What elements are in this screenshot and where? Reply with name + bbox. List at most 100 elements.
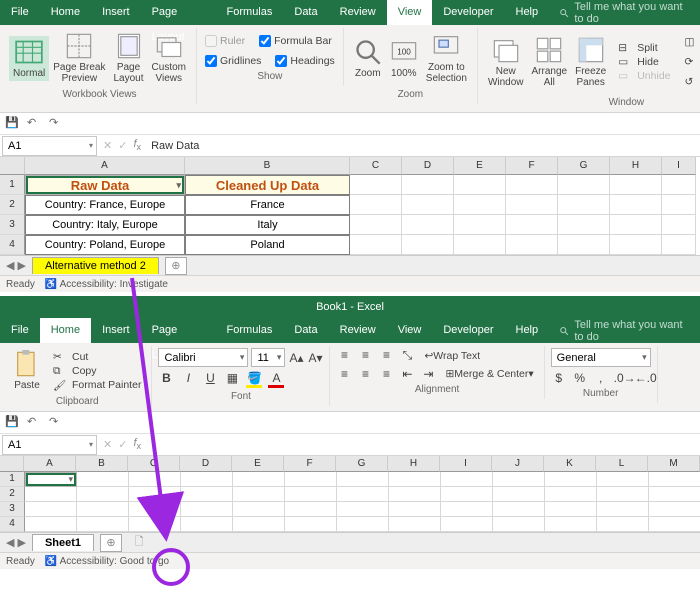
empty-cell[interactable] (233, 472, 285, 487)
empty-cell[interactable] (285, 502, 337, 517)
font-family-select[interactable]: Calibri (158, 348, 248, 367)
sheet-nav-next-icon[interactable]: ▶ (17, 259, 25, 272)
increase-font-icon[interactable]: A▴ (288, 351, 304, 365)
empty-cell[interactable] (285, 517, 337, 532)
formula-bar-checkbox[interactable]: Formula Bar (257, 34, 334, 48)
empty-cell[interactable] (545, 502, 597, 517)
decrease-decimal-icon[interactable]: ←.0 (635, 371, 651, 385)
empty-cell[interactable] (350, 235, 402, 255)
empty-cell[interactable] (454, 215, 506, 235)
undo-icon[interactable]: ↶ (27, 116, 43, 132)
page-layout-button[interactable]: Page Layout (110, 30, 148, 86)
tab-help[interactable]: Help (505, 0, 550, 25)
empty-cell[interactable] (597, 472, 649, 487)
empty-cell[interactable] (441, 502, 493, 517)
freeze-panes-button[interactable]: Freeze Panes (571, 34, 610, 90)
tab-insert[interactable]: Insert (91, 0, 141, 25)
empty-cell[interactable] (493, 502, 545, 517)
empty-cell[interactable] (597, 502, 649, 517)
new-sheet-button[interactable]: ⊕ (165, 257, 187, 275)
column-header[interactable]: G (558, 157, 610, 175)
tell-me-search[interactable]: Tell me what you want to do (549, 318, 700, 343)
tab-file[interactable]: File (0, 0, 40, 25)
empty-cell[interactable] (558, 175, 610, 195)
sheet-tab-alternative-method-2[interactable]: Alternative method 2 (32, 257, 159, 274)
align-top-icon[interactable]: ≡ (336, 348, 352, 363)
empty-cell[interactable] (25, 502, 77, 517)
underline-button[interactable]: U (202, 371, 218, 388)
tab-formulas[interactable]: Formulas (216, 318, 284, 343)
column-header[interactable]: A (24, 456, 76, 472)
spreadsheet-grid[interactable]: ABCDEFGHI 1234 Raw DataCleaned Up DataCo… (0, 157, 700, 255)
column-header[interactable]: J (492, 456, 544, 472)
empty-cell[interactable] (181, 487, 233, 502)
empty-cell[interactable] (402, 175, 454, 195)
empty-cell[interactable] (649, 472, 700, 487)
align-right-icon[interactable]: ≡ (378, 367, 394, 381)
column-header[interactable]: F (284, 456, 336, 472)
table-cell[interactable]: Country: France, Europe (25, 195, 185, 215)
empty-cell[interactable] (402, 195, 454, 215)
ruler-checkbox[interactable]: Ruler (203, 34, 247, 48)
fx-icon[interactable]: fx (133, 138, 141, 152)
empty-cell[interactable] (493, 487, 545, 502)
column-header[interactable]: A (25, 157, 185, 175)
tab-data[interactable]: Data (283, 318, 328, 343)
align-left-icon[interactable]: ≡ (336, 367, 352, 381)
empty-cell[interactable] (506, 235, 558, 255)
empty-cell[interactable] (181, 502, 233, 517)
empty-cell[interactable] (493, 472, 545, 487)
comma-icon[interactable]: , (593, 371, 609, 385)
orientation-icon[interactable]: ⤡ (399, 348, 415, 363)
zoom-to-selection-button[interactable]: Zoom to Selection (422, 30, 471, 86)
empty-cell[interactable] (77, 517, 129, 532)
empty-cell[interactable] (25, 472, 77, 487)
undo-icon[interactable]: ↶ (27, 415, 43, 431)
empty-cell[interactable] (506, 215, 558, 235)
tab-home[interactable]: Home (40, 318, 91, 343)
row-header[interactable]: 1 (0, 472, 25, 487)
row-header[interactable]: 2 (0, 195, 25, 215)
tab-developer[interactable]: Developer (432, 318, 504, 343)
empty-cell[interactable] (649, 517, 700, 532)
border-button[interactable]: ▦ (224, 371, 240, 388)
empty-cell[interactable] (545, 517, 597, 532)
empty-cell[interactable] (285, 472, 337, 487)
empty-cell[interactable] (389, 487, 441, 502)
fx-icon[interactable]: fx (133, 437, 141, 451)
column-header[interactable]: H (610, 157, 662, 175)
table-header-cell[interactable]: Raw Data (25, 175, 185, 195)
empty-cell[interactable] (558, 235, 610, 255)
accounting-icon[interactable]: $ (551, 371, 567, 385)
new-window-button[interactable]: New Window (484, 34, 528, 90)
tab-review[interactable]: Review (329, 0, 387, 25)
enter-icon[interactable]: ✓ (118, 139, 127, 152)
table-cell[interactable]: Italy (185, 215, 350, 235)
tab-page-layout[interactable]: Page Layout (141, 318, 216, 343)
row-header[interactable]: 3 (0, 215, 25, 235)
tab-help[interactable]: Help (505, 318, 550, 343)
tab-developer[interactable]: Developer (432, 0, 504, 25)
tab-data[interactable]: Data (283, 0, 328, 25)
select-all-corner[interactable] (0, 157, 25, 175)
empty-cell[interactable] (129, 472, 181, 487)
cancel-icon[interactable]: ✕ (103, 438, 112, 451)
format-painter-button[interactable]: 🖌Format Painter (49, 379, 145, 391)
tell-me-search[interactable]: Tell me what you want to do (549, 0, 700, 25)
empty-cell[interactable] (129, 502, 181, 517)
empty-cell[interactable] (610, 215, 662, 235)
row-header[interactable]: 3 (0, 502, 25, 517)
number-format-select[interactable]: General (551, 348, 651, 367)
fill-color-button[interactable]: 🪣 (246, 371, 262, 388)
empty-cell[interactable] (662, 195, 696, 215)
zoom-100-button[interactable]: 100 100% (386, 36, 422, 81)
column-header[interactable]: D (180, 456, 232, 472)
empty-cell[interactable] (25, 517, 77, 532)
wrap-text-button[interactable]: ↩ Wrap Text (420, 348, 484, 363)
empty-cell[interactable] (545, 487, 597, 502)
decrease-indent-icon[interactable]: ⇤ (399, 367, 415, 381)
synchronous-button[interactable]: ⟳Synchronous (681, 56, 700, 68)
redo-icon[interactable]: ↷ (49, 415, 65, 431)
row-header[interactable]: 1 (0, 175, 25, 195)
empty-cell[interactable] (233, 502, 285, 517)
